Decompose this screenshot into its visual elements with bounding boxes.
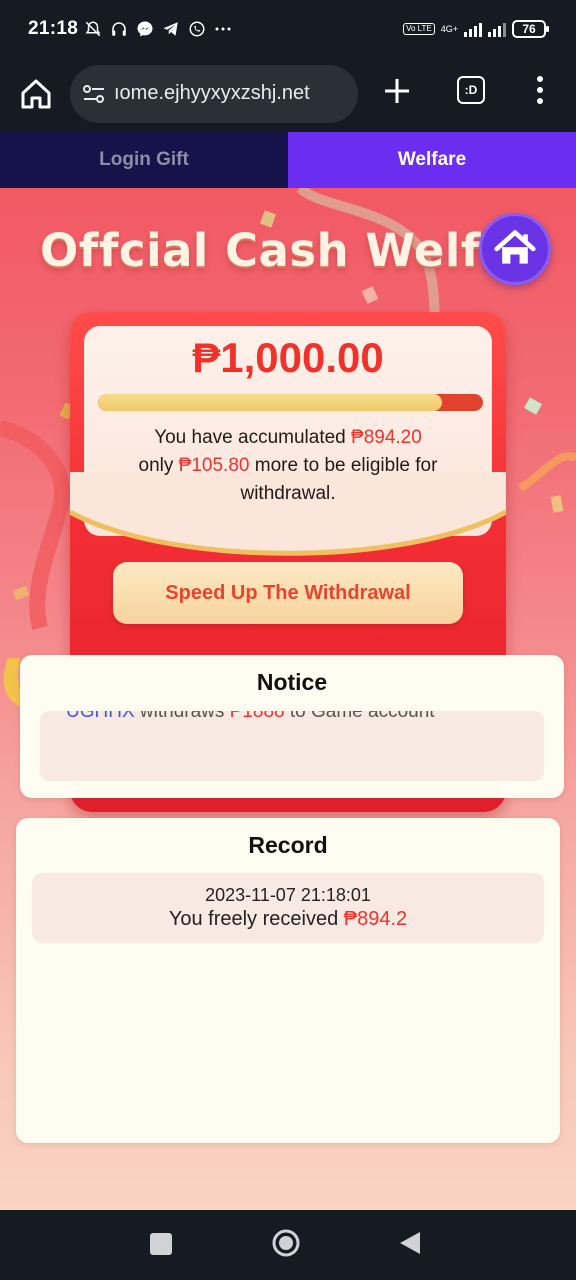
whatsapp-icon <box>189 21 205 37</box>
notice-title: Notice <box>256 669 328 695</box>
volte-badge: Vo LTE <box>403 23 435 35</box>
record-item: 2023-11-07 21:18:01 You freely received … <box>32 873 544 943</box>
battery-icon: 76 <box>512 20 549 38</box>
remaining-suffix: more to be eligible for withdrawal. <box>240 455 438 504</box>
accumulated-prefix: You have accumulated <box>154 427 352 448</box>
notice-ticker: UGHHX withdraws ₱1888 to Game account <box>40 711 544 781</box>
recents-button[interactable] <box>150 1233 172 1255</box>
browser-menu-icon[interactable] <box>532 76 548 108</box>
address-bar[interactable]: ıome.ejhyyxyxzshj.net <box>70 65 358 123</box>
notice-amount: ₱1888 <box>229 711 285 722</box>
notice-suffix: to Game account <box>284 711 435 722</box>
notice-middle: withdraws <box>134 711 230 722</box>
record-label: You freely received <box>168 908 344 930</box>
notice-card: Notice UGHHX withdraws ₱1888 to Game acc… <box>20 655 564 798</box>
tab-bar: Login Gift Welfare <box>0 132 576 188</box>
headphones-icon <box>112 22 126 36</box>
site-settings-icon[interactable] <box>82 84 106 104</box>
system-icons: Vo LTE 4G+ 76 <box>403 20 549 38</box>
accumulated-value: ₱894.20 <box>351 427 422 448</box>
record-text: You freely received ₱894.2 <box>32 908 544 931</box>
progress-bar <box>98 394 483 411</box>
target-amount: ₱1,000.00 <box>192 334 384 381</box>
network-type: 4G+ <box>440 24 458 34</box>
home-float-button[interactable] <box>479 213 551 285</box>
signal-icon <box>464 21 482 37</box>
signal-icon-2 <box>488 21 506 37</box>
status-time: 21:18 <box>28 18 79 39</box>
notice-user: UGHHX <box>66 711 135 722</box>
record-date: 2023-11-07 21:18:01 <box>205 885 371 905</box>
more-dots-icon <box>215 27 231 31</box>
web-page: Login Gift Welfare Offcial Cash Welfa ₱1… <box>0 132 576 1210</box>
progress-fill <box>98 394 443 411</box>
url-text: ıome.ejhyyxyxzshj.net <box>114 82 310 104</box>
tab-login-gift[interactable]: Login Gift <box>0 132 288 188</box>
record-card: Record 2023-11-07 21:18:01 You freely re… <box>16 818 560 1143</box>
only-prefix: only <box>138 455 179 476</box>
record-title: Record <box>248 832 328 858</box>
new-tab-icon[interactable] <box>382 76 412 106</box>
record-amount: ₱894.2 <box>343 908 408 930</box>
browser-home-icon[interactable] <box>18 76 54 112</box>
remaining-value: ₱105.80 <box>178 455 250 476</box>
status-bar: 21:18 Vo LTE 4G+ 76 <box>0 0 576 62</box>
nav-home-button[interactable] <box>271 1228 301 1258</box>
system-nav-bar <box>0 1210 576 1280</box>
messenger-icon <box>137 21 153 37</box>
home-icon <box>494 230 536 264</box>
page-title: Offcial Cash Welfa <box>40 224 512 277</box>
accumulated-text: You have accumulated ₱894.20 only ₱105.8… <box>90 424 486 508</box>
notice-message: UGHHX withdraws ₱1888 to Game account <box>66 711 435 723</box>
notification-icons <box>84 20 232 38</box>
telegram-icon <box>163 22 178 36</box>
tab-switcher-button[interactable]: :D <box>457 76 485 104</box>
speed-up-withdrawal-button[interactable]: Speed Up The Withdrawal <box>113 562 463 624</box>
bell-off-icon <box>85 21 101 37</box>
back-button[interactable] <box>398 1230 422 1256</box>
tab-welfare[interactable]: Welfare <box>288 132 576 188</box>
browser-toolbar: ıome.ejhyyxyxzshj.net :D <box>0 62 576 132</box>
